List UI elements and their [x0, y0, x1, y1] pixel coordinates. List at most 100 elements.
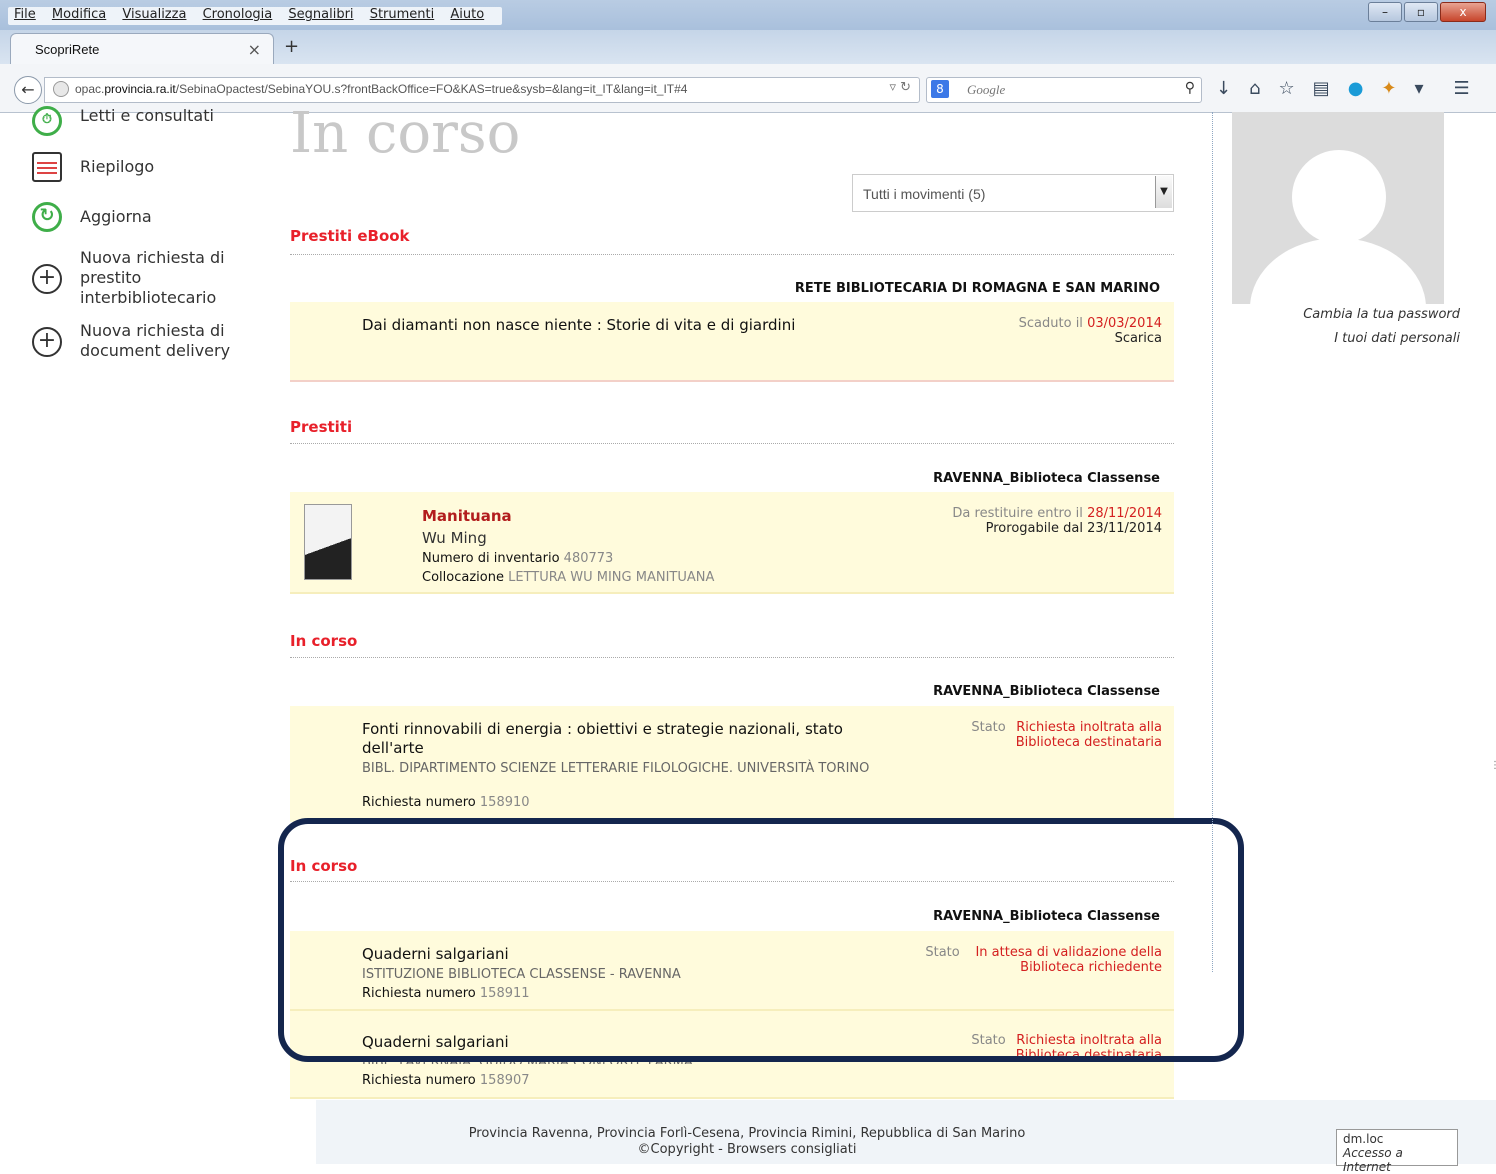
section-heading-in-corso: In corso	[290, 632, 358, 650]
extension-icon[interactable]: ✦	[1381, 78, 1396, 99]
sidebar-item-label: Riepilogo	[80, 157, 155, 176]
footer-copyright[interactable]: ©Copyright - Browsers consigliati	[316, 1142, 1178, 1157]
plus-circle-icon: +	[32, 264, 62, 294]
request-number: 158907	[479, 1073, 530, 1088]
tab-close-icon[interactable]: ×	[248, 40, 261, 59]
url-bar[interactable]: opac.provincia.ra.it/SebinaOpactest/Sebi…	[44, 77, 920, 103]
back-arrow-icon: ←	[21, 80, 35, 99]
menu-modifica[interactable]: Modifica	[52, 7, 106, 22]
dropdown-icon[interactable]: ▾	[1415, 78, 1424, 99]
inventory-line: Numero di inventario 480773	[422, 551, 613, 566]
book-cover-image[interactable]	[304, 504, 352, 580]
menu-file[interactable]: File	[14, 7, 36, 22]
request-card: Fonti rinnovabili di energia : obiettivi…	[290, 706, 1174, 822]
maximize-button[interactable]: ▫	[1404, 2, 1438, 22]
due-date: 28/11/2014	[1087, 506, 1162, 521]
status-label: Stato	[971, 720, 1006, 735]
tab-title: ScopriRete	[35, 42, 100, 57]
menu-cronologia[interactable]: Cronologia	[203, 7, 273, 22]
url-prefix: opac.	[75, 82, 105, 96]
window-controls: – ▫ x	[1368, 2, 1486, 22]
menu-aiuto[interactable]: Aiuto	[450, 7, 484, 22]
minimize-button[interactable]: –	[1368, 2, 1402, 22]
personal-data-link[interactable]: I tuoi dati personali	[1334, 331, 1460, 346]
target-library: BIBL. DIPARTIMENTO SCIENZE LETTERARIE FI…	[362, 761, 870, 776]
google-icon[interactable]: 8	[931, 80, 949, 98]
url-host: provincia.ra.it	[104, 82, 176, 96]
tab-scoprirete[interactable]: ScopriRete ×	[10, 33, 274, 65]
chevron-down-icon[interactable]: ▼	[1155, 176, 1172, 208]
download-icon[interactable]: ↓	[1216, 78, 1231, 99]
page-title: In corso	[290, 101, 521, 166]
item-author: Wu Ming	[422, 529, 487, 547]
ebook-status: Scaduto il 03/03/2014 Scarica	[1019, 316, 1162, 346]
search-placeholder: Google	[967, 82, 1006, 97]
search-icon[interactable]: ⚲	[1185, 80, 1195, 96]
skype-icon[interactable]: ●	[1348, 78, 1364, 99]
home-icon[interactable]: ⌂	[1249, 78, 1260, 99]
status-popup: dm.loc Accesso a Internet	[1336, 1129, 1458, 1174]
globe-icon	[53, 81, 69, 97]
url-text[interactable]: opac.provincia.ra.it/SebinaOpactest/Sebi…	[75, 82, 687, 96]
sidebar-item-aggiorna[interactable]: ↻ Aggiorna	[32, 202, 240, 232]
location-value: LETTURA WU MING MANITUANA	[508, 570, 715, 585]
request-label: Richiesta numero	[362, 795, 476, 810]
menu-segnalibri[interactable]: Segnalibri	[288, 7, 353, 22]
movements-filter-select[interactable]: Tutti i movimenti (5) ▼	[852, 174, 1174, 212]
reading-list-icon[interactable]: ▤	[1313, 78, 1330, 99]
status-label: Scaduto il	[1018, 316, 1083, 331]
item-title[interactable]: Manituana	[422, 507, 512, 525]
item-title[interactable]: Fonti rinnovabili di energia : obiettivi…	[362, 720, 882, 758]
menu-visualizza[interactable]: Visualizza	[122, 7, 186, 22]
section-heading-ebook: Prestiti eBook	[290, 227, 410, 245]
request-number-line: Richiesta numero 158907	[362, 1073, 530, 1088]
loan-status: Da restituire entro il 28/11/2014 Prorog…	[952, 506, 1162, 536]
request-status: Stato Richiesta inoltrata alla Bibliotec…	[971, 720, 1162, 750]
column-divider	[1212, 112, 1213, 972]
status-date: 03/03/2014	[1087, 316, 1162, 331]
refresh-icon: ↻	[32, 202, 62, 232]
highlight-frame	[278, 818, 1244, 1062]
filter-selected-value: Tutti i movimenti (5)	[863, 186, 986, 202]
toolbar-icons: ↓ ⌂ ☆ ▤ ● ✦ ▾ ☰	[1216, 78, 1470, 99]
sidebar-item-prestito-interbibliotecario[interactable]: + Nuova richiesta di prestito interbibli…	[32, 248, 240, 308]
sidebar-item-label: Nuova richiesta di document delivery	[80, 321, 231, 360]
abacus-icon	[32, 152, 62, 182]
change-password-link[interactable]: Cambia la tua password	[1303, 307, 1460, 322]
sidebar-item-document-delivery[interactable]: + Nuova richiesta di document delivery	[32, 321, 240, 361]
sidebar-item-label: Aggiorna	[80, 207, 152, 226]
clock-icon: ⏱	[32, 106, 62, 136]
page-footer: Provincia Ravenna, Provincia Forlì-Cesen…	[316, 1100, 1496, 1164]
status-zone: Accesso a Internet	[1343, 1146, 1403, 1174]
plus-circle-icon: +	[32, 327, 62, 357]
reload-icon[interactable]: ▿ ↻	[889, 80, 911, 95]
back-button[interactable]: ←	[14, 76, 42, 104]
item-title[interactable]: Dai diamanti non nasce niente : Storie d…	[362, 316, 795, 335]
loan-card: Manituana Wu Ming Numero di inventario 4…	[290, 492, 1174, 594]
menu-strumenti[interactable]: Strumenti	[370, 7, 435, 22]
scrollbar-grip[interactable]: ⋮	[1490, 760, 1496, 771]
renew-info: Prorogabile dal 23/11/2014	[985, 521, 1162, 536]
library-name: RAVENNA_Biblioteca Classense	[933, 471, 1160, 486]
search-bar[interactable]: 8 Google ⚲	[926, 77, 1202, 103]
status-value: Richiesta inoltrata alla Biblioteca dest…	[1015, 720, 1162, 750]
avatar-body	[1250, 238, 1426, 304]
inventory-number: 480773	[563, 551, 614, 566]
hamburger-menu-icon[interactable]: ☰	[1454, 78, 1470, 99]
new-tab-button[interactable]: +	[284, 36, 299, 57]
request-number-line: Richiesta numero 158910	[362, 795, 530, 810]
due-label: Da restituire entro il	[952, 506, 1083, 521]
library-name: RAVENNA_Biblioteca Classense	[933, 684, 1160, 699]
request-number: 158910	[479, 795, 530, 810]
bookmark-star-icon[interactable]: ☆	[1279, 78, 1295, 99]
request-label: Richiesta numero	[362, 1073, 476, 1088]
sidebar-item-label: Letti e consultati	[80, 106, 214, 125]
footer-provinces: Provincia Ravenna, Provincia Forlì-Cesen…	[468, 1126, 1026, 1141]
sidebar-item-riepilogo[interactable]: Riepilogo	[32, 152, 240, 182]
library-name: RETE BIBLIOTECARIA DI ROMAGNA E SAN MARI…	[794, 281, 1160, 296]
download-link[interactable]: Scarica	[1115, 331, 1162, 346]
sidebar-item-label: Nuova richiesta di prestito interbibliot…	[80, 248, 225, 307]
close-window-button[interactable]: x	[1440, 2, 1486, 22]
sidebar-item-letti[interactable]: ⏱ Letti e consultati	[32, 106, 240, 136]
avatar-head	[1292, 150, 1386, 244]
